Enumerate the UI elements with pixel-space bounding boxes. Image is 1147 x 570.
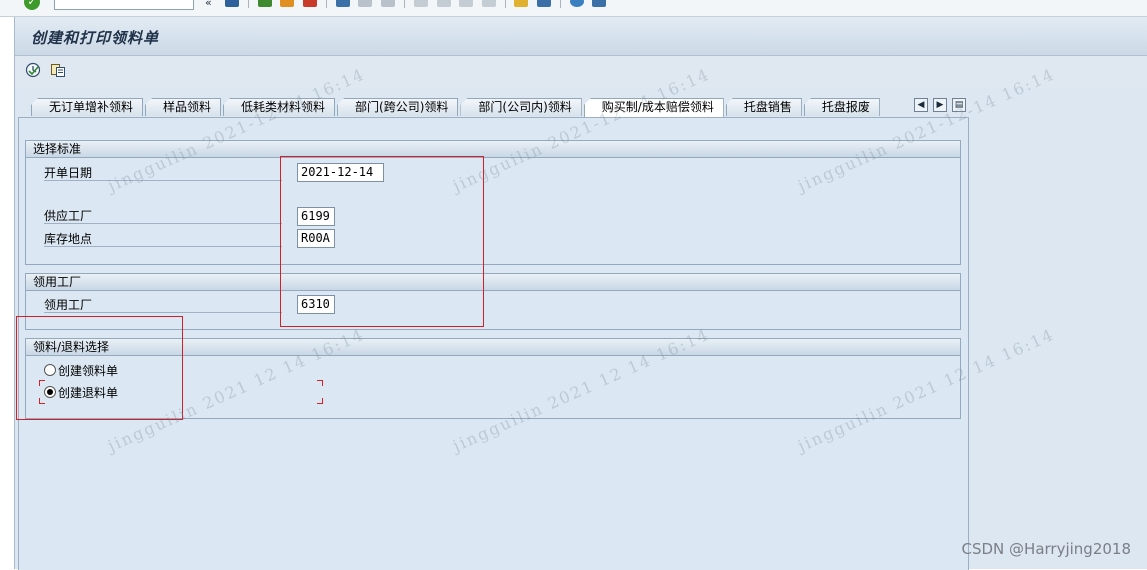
execute-icon[interactable] xyxy=(25,62,41,78)
next-page-icon[interactable] xyxy=(459,0,473,7)
enter-icon[interactable]: ✓ xyxy=(24,0,40,10)
toolbar-separator xyxy=(326,0,327,8)
tab-dept-intra-company[interactable]: 部门(公司内)领料 xyxy=(460,98,582,116)
tab-sample[interactable]: 样品领料 xyxy=(145,98,222,116)
storage-location-label: 库存地点 xyxy=(44,231,282,247)
tab-pallet-scrap[interactable]: 托盘报废 xyxy=(803,98,880,116)
tab-pallet-sales[interactable]: 托盘销售 xyxy=(725,98,802,116)
toolbar-separator xyxy=(560,0,561,8)
back-icon[interactable] xyxy=(258,0,272,7)
shortcut-icon[interactable] xyxy=(537,0,551,7)
tab-strip: 无订单增补领料 样品领料 低耗类材料领料 部门(跨公司)领料 部门(公司内)领料… xyxy=(31,98,882,117)
application-toolbar xyxy=(14,56,1147,88)
tab-scroll-left-button[interactable]: ◀ xyxy=(914,98,928,112)
layout-icon[interactable] xyxy=(592,0,606,7)
create-session-icon[interactable] xyxy=(514,0,528,7)
focus-corner xyxy=(317,398,323,404)
title-bar: 创建和打印领料单 xyxy=(14,17,1147,56)
toolbar-separator xyxy=(505,0,506,8)
find-icon[interactable] xyxy=(358,0,372,7)
save-icon[interactable] xyxy=(225,0,239,7)
tab-dept-cross-company[interactable]: 部门(跨公司)领料 xyxy=(337,98,459,116)
chevron-left-icon[interactable]: « xyxy=(205,0,212,9)
system-toolbar: ✓ « xyxy=(0,0,1147,17)
previous-page-icon[interactable] xyxy=(437,0,451,7)
cancel-icon[interactable] xyxy=(303,0,317,7)
focus-corner xyxy=(317,380,323,386)
help-icon[interactable] xyxy=(570,0,584,7)
toolbar-separator xyxy=(248,0,249,8)
receiving-plant-label: 领用工厂 xyxy=(44,297,282,313)
exit-icon[interactable] xyxy=(280,0,294,7)
first-page-icon[interactable] xyxy=(414,0,428,7)
variant-icon[interactable] xyxy=(50,62,66,78)
print-icon[interactable] xyxy=(336,0,350,7)
supply-plant-label: 供应工厂 xyxy=(44,208,282,224)
toolbar-separator xyxy=(404,0,405,8)
command-field[interactable] xyxy=(54,0,194,10)
annotation-box-radio xyxy=(16,316,183,420)
tab-no-order-supplement[interactable]: 无订单增补领料 xyxy=(31,98,144,116)
last-page-icon[interactable] xyxy=(482,0,496,7)
group-title: 领用工厂 xyxy=(26,274,960,291)
find-next-icon[interactable] xyxy=(381,0,395,7)
source-credit: CSDN @Harryjing2018 xyxy=(961,540,1132,558)
page-title: 创建和打印领料单 xyxy=(31,29,160,47)
